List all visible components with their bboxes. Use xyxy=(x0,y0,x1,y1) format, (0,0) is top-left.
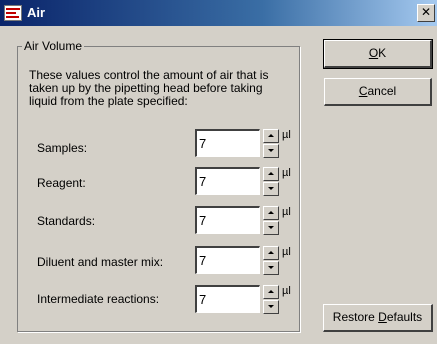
ok-mnemonic: O xyxy=(368,46,379,60)
diluent-spin-up-button[interactable] xyxy=(263,246,279,260)
arrow-up-icon xyxy=(268,290,274,293)
standards-spinner xyxy=(263,206,279,235)
diluent-spin-down-button[interactable] xyxy=(263,261,279,275)
samples-spinner xyxy=(263,129,279,158)
reagent-spin-up-button[interactable] xyxy=(263,167,279,181)
reagent-spin-down-button[interactable] xyxy=(263,182,279,196)
description-text: These values control the amount of air t… xyxy=(29,68,269,108)
arrow-up-icon xyxy=(268,211,274,214)
arrow-down-icon xyxy=(268,187,274,190)
restore-defaults-button[interactable]: Restore Defaults xyxy=(323,304,433,332)
cancel-button[interactable]: Cancel xyxy=(324,78,432,106)
arrow-up-icon xyxy=(268,134,274,137)
title-bar: Air xyxy=(0,0,437,26)
samples-unit: µl xyxy=(282,129,291,141)
standards-spin-down-button[interactable] xyxy=(263,221,279,235)
close-button[interactable]: ✕ xyxy=(417,4,435,22)
reagent-label: Reagent: xyxy=(37,176,86,190)
diluent-unit: µl xyxy=(282,246,291,258)
intermediate-label: Intermediate reactions: xyxy=(37,292,160,306)
intermediate-unit: µl xyxy=(282,285,291,297)
standards-spin-up-button[interactable] xyxy=(263,206,279,220)
samples-input[interactable] xyxy=(195,129,260,157)
intermediate-spin-down-button[interactable] xyxy=(263,300,279,314)
restore-mnemonic: D xyxy=(378,310,387,324)
arrow-down-icon xyxy=(268,266,274,269)
window-title: Air xyxy=(27,5,46,20)
arrow-up-icon xyxy=(268,251,274,254)
samples-spin-down-button[interactable] xyxy=(263,144,279,158)
group-title: Air Volume xyxy=(22,39,85,53)
intermediate-spin-up-button[interactable] xyxy=(263,285,279,299)
standards-unit: µl xyxy=(282,206,291,218)
reagent-input[interactable] xyxy=(195,167,260,195)
samples-label: Samples: xyxy=(37,141,88,155)
samples-spin-up-button[interactable] xyxy=(263,129,279,143)
arrow-down-icon xyxy=(268,305,274,308)
air-app-icon xyxy=(4,5,22,21)
intermediate-input[interactable] xyxy=(195,285,260,313)
reagent-unit: µl xyxy=(282,167,291,179)
reagent-spinner xyxy=(263,167,279,196)
arrow-down-icon xyxy=(268,149,274,152)
arrow-down-icon xyxy=(268,226,274,229)
standards-label: Standards: xyxy=(37,214,96,228)
close-icon: ✕ xyxy=(420,5,432,19)
diluent-input[interactable] xyxy=(195,246,260,274)
ok-label-rest: K xyxy=(378,46,387,60)
ok-button[interactable]: OK xyxy=(323,39,433,69)
diluent-label: Diluent and master mix: xyxy=(37,255,164,269)
restore-label-prefix: Restore xyxy=(332,310,379,324)
diluent-spinner xyxy=(263,246,279,275)
standards-input[interactable] xyxy=(195,206,260,234)
cancel-label-rest: ancel xyxy=(367,84,397,98)
arrow-up-icon xyxy=(268,172,274,175)
intermediate-spinner xyxy=(263,285,279,314)
restore-label-rest: efaults xyxy=(386,310,423,324)
